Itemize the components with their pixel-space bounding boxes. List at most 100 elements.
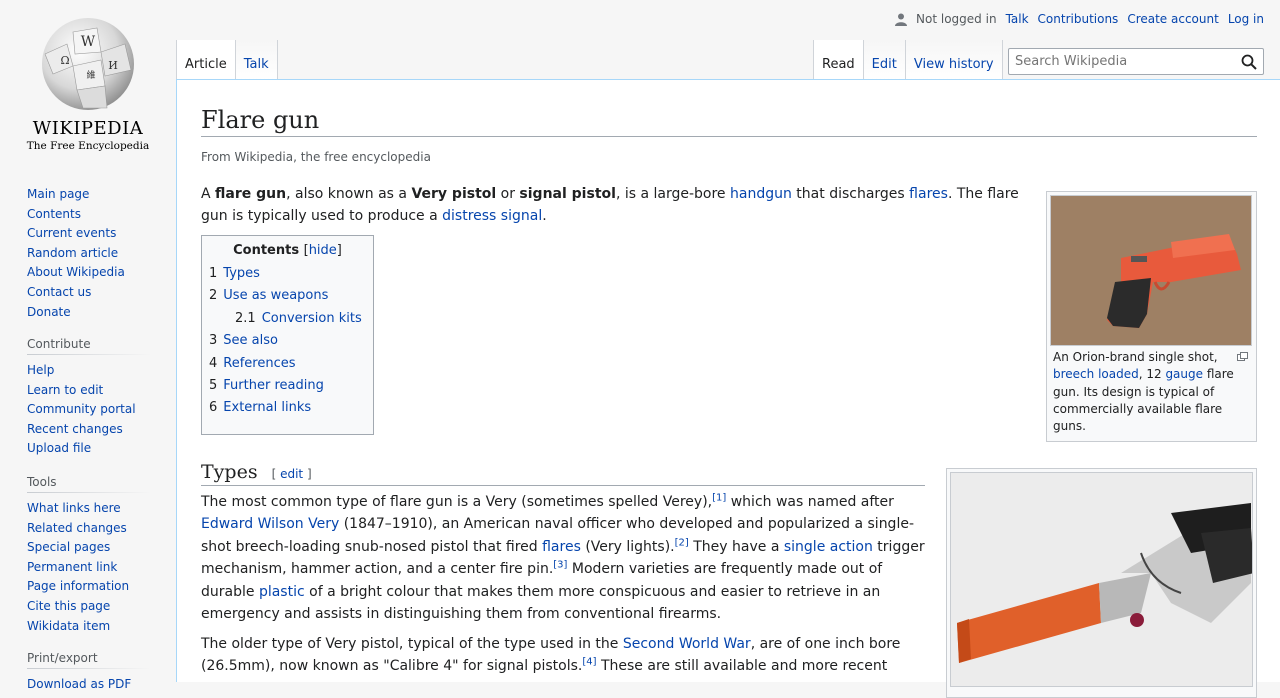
toc-link[interactable]: Use as weapons — [223, 288, 328, 303]
flares-link-2[interactable]: flares — [542, 539, 581, 555]
plastic-link[interactable]: plastic — [259, 584, 305, 600]
reference-3[interactable]: [3] — [553, 560, 567, 571]
body-text: They have a — [688, 538, 784, 555]
sidebar-link[interactable]: Donate — [27, 305, 71, 319]
body-text: These are still available and more recen… — [596, 658, 888, 675]
reference-2[interactable]: [2] — [675, 537, 689, 548]
view-tabs: Read Edit View history — [813, 40, 1003, 80]
sidebar-item-random-article[interactable]: Random article — [27, 244, 157, 264]
sidebar-link[interactable]: Contents — [27, 207, 81, 221]
sidebar-item-donate[interactable]: Donate — [27, 303, 157, 323]
sidebar-link[interactable]: Related changes — [27, 521, 127, 535]
talk-link[interactable]: Talk — [1006, 12, 1029, 26]
sidebar-link[interactable]: About Wikipedia — [27, 265, 125, 279]
sidebar-item-related-changes[interactable]: Related changes — [27, 519, 157, 539]
sidebar-item-what-links-here[interactable]: What links here — [27, 499, 157, 519]
sidebar-link[interactable]: Upload file — [27, 441, 91, 455]
single-action-link[interactable]: single action — [784, 539, 873, 555]
tab-talk[interactable]: Talk — [235, 40, 278, 80]
sidebar-link[interactable]: Special pages — [27, 540, 110, 554]
sidebar-item-permanent-link[interactable]: Permanent link — [27, 558, 157, 578]
handgun-link[interactable]: handgun — [730, 186, 792, 202]
sidebar-item-upload-file[interactable]: Upload file — [27, 439, 157, 459]
toc-item-conversion-kits[interactable]: 2.1 Conversion kits — [209, 308, 366, 330]
search-icon[interactable] — [1241, 54, 1257, 70]
toc-link[interactable]: Types — [223, 266, 260, 281]
sidebar-item-about-wikipedia[interactable]: About Wikipedia — [27, 263, 157, 283]
orion-flare-gun-image[interactable] — [1050, 195, 1252, 346]
sidebar-link[interactable]: Cite this page — [27, 599, 110, 613]
sidebar-link[interactable]: What links here — [27, 501, 121, 515]
toc-link[interactable]: Further reading — [223, 378, 324, 393]
sidebar-item-current-events[interactable]: Current events — [27, 224, 157, 244]
contribute-heading: Contribute — [27, 337, 151, 355]
tab-article[interactable]: Article — [176, 40, 236, 80]
sidebar-item-page-information[interactable]: Page information — [27, 577, 157, 597]
section-edit-link[interactable]: edit — [280, 467, 303, 481]
sidebar-link[interactable]: Learn to edit — [27, 383, 103, 397]
breech-loaded-link[interactable]: breech loaded — [1053, 367, 1139, 381]
sidebar-link[interactable]: Current events — [27, 226, 116, 240]
sidebar-link[interactable]: Download as PDF — [27, 677, 131, 691]
sidebar-link[interactable]: Permanent link — [27, 560, 117, 574]
create-account-link[interactable]: Create account — [1127, 12, 1219, 26]
sidebar-link[interactable]: Help — [27, 363, 54, 377]
article-content: Flare gun From Wikipedia, the free encyc… — [176, 79, 1280, 698]
sidebar-item-contents[interactable]: Contents — [27, 205, 157, 225]
nav-tools: Tools What links here Related changes Spec… — [27, 475, 157, 636]
enlarge-icon[interactable] — [1237, 352, 1248, 361]
toc-link[interactable]: Conversion kits — [262, 311, 362, 326]
reference-4[interactable]: [4] — [582, 657, 596, 668]
sidebar-item-contact-us[interactable]: Contact us — [27, 283, 157, 303]
toc-item-see-also[interactable]: 3 See also — [209, 330, 366, 352]
very-pistol-thumbnail — [946, 468, 1257, 698]
toc-title: Contents — [233, 243, 300, 258]
edward-wilson-very-link[interactable]: Edward Wilson Very — [201, 516, 339, 532]
sidebar-item-download-as-pdf[interactable]: Download as PDF — [27, 675, 157, 695]
flares-link[interactable]: flares — [909, 186, 948, 202]
nav-print: Print/export Download as PDF — [27, 651, 157, 695]
sidebar-item-special-pages[interactable]: Special pages — [27, 538, 157, 558]
wikipedia-logo[interactable]: W Ω И 維 WIKIPEDIA The Free Encyclopedia — [25, 14, 151, 156]
namespace-tabs: Article Talk — [176, 40, 278, 80]
sidebar-item-community-portal[interactable]: Community portal — [27, 400, 157, 420]
lead-text: , also known as a — [286, 186, 412, 202]
sidebar-link[interactable]: Page information — [27, 579, 129, 593]
lead-text: that discharges — [791, 186, 910, 202]
print-heading: Print/export — [27, 651, 151, 669]
sidebar-link[interactable]: Recent changes — [27, 422, 123, 436]
search-input[interactable] — [1009, 49, 1229, 74]
toc-number: 2.1 — [235, 310, 256, 326]
toc-link[interactable]: External links — [223, 400, 311, 415]
reference-1[interactable]: [1] — [712, 492, 726, 503]
toc-item-further-reading[interactable]: 5 Further reading — [209, 375, 366, 397]
very-pistol-image[interactable] — [950, 472, 1253, 687]
toc-link[interactable]: References — [223, 356, 295, 371]
second-world-war-link[interactable]: Second World War — [623, 636, 751, 652]
sidebar-item-learn-to-edit[interactable]: Learn to edit — [27, 381, 157, 401]
toc-item-types[interactable]: 1 Types — [209, 263, 366, 285]
sidebar-item-help[interactable]: Help — [27, 361, 157, 381]
toc-hide-link[interactable]: hide — [309, 243, 337, 258]
sidebar-link[interactable]: Community portal — [27, 402, 136, 416]
sidebar-link[interactable]: Wikidata item — [27, 619, 110, 633]
sidebar-link[interactable]: Contact us — [27, 285, 91, 299]
gauge-link[interactable]: gauge — [1165, 367, 1203, 381]
sidebar-item-recent-changes[interactable]: Recent changes — [27, 420, 157, 440]
toc-item-external-links[interactable]: 6 External links — [209, 397, 366, 419]
tab-edit[interactable]: Edit — [863, 40, 906, 80]
sidebar-item-wikidata-item[interactable]: Wikidata item — [27, 617, 157, 637]
toc-item-use-as-weapons[interactable]: 2 Use as weapons — [209, 285, 366, 307]
table-of-contents: Contents [hide] 1 Types 2 Use as weapons 2.1… — [201, 235, 374, 435]
tab-read[interactable]: Read — [813, 40, 864, 80]
contributions-link[interactable]: Contributions — [1038, 12, 1119, 26]
sidebar-item-main-page[interactable]: Main page — [27, 185, 157, 205]
login-link[interactable]: Log in — [1228, 12, 1264, 26]
sidebar-link[interactable]: Random article — [27, 246, 118, 260]
tab-view-history[interactable]: View history — [905, 40, 1003, 80]
toc-link[interactable]: See also — [223, 333, 278, 348]
toc-item-references[interactable]: 4 References — [209, 353, 366, 375]
sidebar-item-cite-this-page[interactable]: Cite this page — [27, 597, 157, 617]
distress-signal-link[interactable]: distress signal — [442, 208, 542, 224]
sidebar-link[interactable]: Main page — [27, 187, 89, 201]
